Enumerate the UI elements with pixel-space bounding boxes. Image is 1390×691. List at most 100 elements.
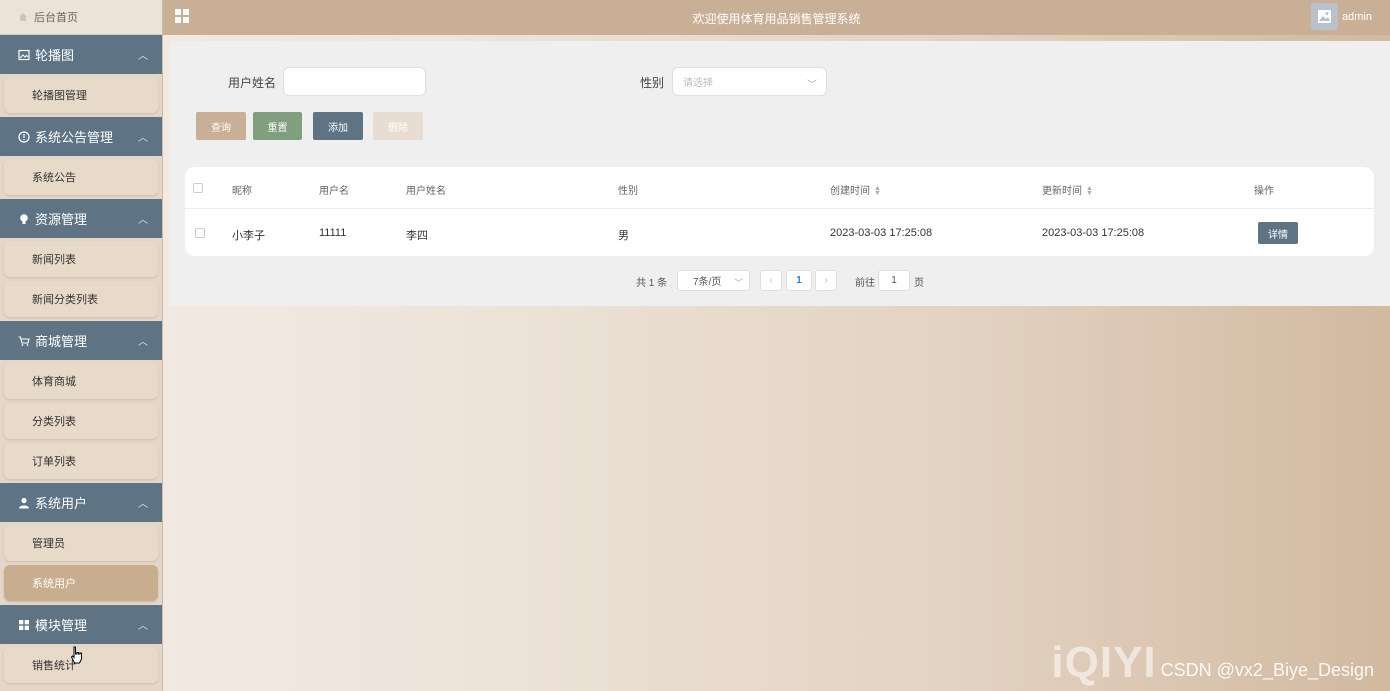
- sidebar-item-label: 订单列表: [32, 456, 76, 468]
- sidebar-group-modules[interactable]: 模块管理 ︿: [0, 605, 162, 644]
- sidebar-item-news-list[interactable]: 新闻列表: [4, 241, 158, 277]
- goto-label: 前往: [855, 277, 875, 289]
- sort-icon[interactable]: ▲ ▼: [1086, 185, 1093, 197]
- column-header-username: 用户名: [319, 186, 349, 197]
- top-header: 欢迎使用体育用品销售管理系统 admin: [163, 0, 1390, 35]
- lightbulb-icon: [17, 212, 30, 225]
- sidebar-item-order-list[interactable]: 订单列表: [4, 443, 158, 479]
- cell-gender: 男: [618, 230, 629, 242]
- page-size-select[interactable]: 7条/页 ﹀: [677, 270, 750, 291]
- next-page-button[interactable]: ›: [815, 270, 837, 291]
- column-header-created-label: 创建时间: [830, 186, 870, 197]
- sidebar-group-label: 系统用户: [35, 496, 88, 511]
- cell-created: 2023-03-03 17:25:08: [830, 227, 933, 239]
- pagination-total: 共 1 条: [636, 277, 668, 289]
- gender-field-label: 性别: [640, 76, 665, 90]
- sidebar-item-news-category[interactable]: 新闻分类列表: [4, 281, 158, 317]
- column-header-updated-label: 更新时间: [1042, 186, 1082, 197]
- sidebar-item-label: 新闻分类列表: [32, 294, 98, 306]
- main-panel: 用户姓名 性别 请选择 ﹀ 查询 重置 添加 删除 昵称 用户名 用户姓名 性别…: [170, 41, 1390, 306]
- users-table: 昵称 用户名 用户姓名 性别 创建时间 ▲ ▼ 更新时间 ▲ ▼ 操作 小李子 1111…: [185, 167, 1374, 256]
- chevron-up-icon: ︿: [138, 337, 148, 348]
- sidebar-item-admin[interactable]: 管理员: [4, 525, 158, 561]
- sidebar-group-label: 商城管理: [35, 334, 88, 349]
- mouse-cursor-icon: [70, 646, 82, 664]
- chevron-up-icon: ︿: [138, 215, 148, 226]
- column-header-gender: 性别: [618, 186, 638, 197]
- sidebar-item-label: 系统公告: [32, 172, 76, 184]
- column-header-created[interactable]: 创建时间 ▲ ▼: [830, 182, 881, 197]
- cell-username: 11111: [319, 227, 347, 239]
- sidebar-item-label: 管理员: [32, 538, 65, 550]
- sidebar-group-label: 资源管理: [35, 212, 88, 227]
- reset-button[interactable]: 重置: [253, 112, 302, 140]
- page-number-current[interactable]: 1: [786, 270, 812, 291]
- sidebar-item-label: 分类列表: [32, 416, 76, 428]
- add-button[interactable]: 添加: [313, 112, 363, 140]
- avatar-image-icon: [1318, 10, 1331, 23]
- sidebar-group-label: 模块管理: [35, 618, 88, 633]
- column-header-realname: 用户姓名: [406, 186, 446, 197]
- chevron-up-icon: ︿: [138, 499, 148, 510]
- delete-button[interactable]: 删除: [373, 112, 423, 140]
- sidebar-group-label: 系统公告管理: [35, 130, 114, 145]
- username-field-label: 用户姓名: [228, 76, 277, 90]
- grid-icon: [17, 618, 30, 631]
- chevron-up-icon: ︿: [138, 133, 148, 144]
- sidebar-item-label: 新闻列表: [32, 254, 76, 266]
- query-button[interactable]: 查询: [196, 112, 246, 140]
- user-icon: [17, 496, 30, 509]
- sidebar-item-label: 后台首页: [34, 12, 78, 24]
- avatar[interactable]: [1311, 3, 1338, 30]
- sidebar-item-label: 系统用户: [32, 578, 76, 590]
- watermark-brand: iQIYI: [1051, 638, 1157, 687]
- sidebar-item-category-list[interactable]: 分类列表: [4, 403, 158, 439]
- row-checkbox[interactable]: [195, 228, 205, 238]
- sidebar-group-system-users[interactable]: 系统用户 ︿: [0, 483, 162, 522]
- detail-button[interactable]: 详情: [1258, 222, 1298, 244]
- cart-icon: [17, 334, 30, 347]
- sidebar-item-carousel-manage[interactable]: 轮播图管理: [4, 77, 158, 113]
- prev-page-button[interactable]: ‹: [760, 270, 782, 291]
- page-size-value: 7条/页: [693, 277, 722, 288]
- image-icon: [17, 48, 30, 61]
- page-title: 欢迎使用体育用品销售管理系统: [692, 12, 861, 26]
- chevron-down-icon: ﹀: [807, 80, 817, 91]
- chevron-up-icon: ︿: [138, 51, 148, 62]
- gender-select-placeholder: 请选择: [683, 78, 713, 89]
- sidebar: 后台首页 轮播图 ︿ 轮播图管理 系统公告管理 ︿ 系统公告 资源管理 ︿ 新闻…: [0, 0, 163, 691]
- sidebar-item-label: 轮播图管理: [32, 90, 87, 102]
- cell-realname: 李四: [406, 230, 428, 242]
- sidebar-item-notice[interactable]: 系统公告: [4, 159, 158, 195]
- sidebar-group-carousel[interactable]: 轮播图 ︿: [0, 35, 162, 74]
- sidebar-group-mall[interactable]: 商城管理 ︿: [0, 321, 162, 360]
- table-header-row: 昵称 用户名 用户姓名 性别 创建时间 ▲ ▼ 更新时间 ▲ ▼ 操作: [185, 167, 1374, 209]
- sidebar-item-sports-mall[interactable]: 体育商城: [4, 363, 158, 399]
- pagination: 共 1 条 7条/页 ﹀ ‹ 1 › 前往 1 页: [170, 270, 1390, 292]
- chevron-up-icon: ︿: [138, 621, 148, 632]
- gender-select[interactable]: 请选择 ﹀: [672, 67, 827, 96]
- sidebar-group-label: 轮播图: [35, 48, 75, 63]
- username-search-input[interactable]: [283, 67, 426, 96]
- home-icon: [19, 13, 27, 21]
- page-suffix: 页: [914, 277, 924, 289]
- sidebar-item-home[interactable]: 后台首页: [0, 0, 162, 35]
- sidebar-item-system-user[interactable]: 系统用户: [4, 565, 158, 601]
- watermark-credit: CSDN @vx2_Biye_Design: [1160, 660, 1374, 680]
- chevron-down-icon: ﹀: [733, 278, 743, 288]
- goto-page-input[interactable]: 1: [878, 270, 910, 291]
- sidebar-group-resources[interactable]: 资源管理 ︿: [0, 199, 162, 238]
- sidebar-item-label: 体育商城: [32, 376, 76, 388]
- cell-updated: 2023-03-03 17:25:08: [1042, 227, 1145, 239]
- column-header-updated[interactable]: 更新时间 ▲ ▼: [1042, 182, 1093, 197]
- username[interactable]: admin: [1342, 11, 1372, 23]
- sidebar-group-notice[interactable]: 系统公告管理 ︿: [0, 117, 162, 156]
- watermark: iQIYI CSDN @vx2_Biye_Design: [1051, 641, 1374, 685]
- select-all-checkbox[interactable]: [193, 183, 203, 193]
- column-header-nickname: 昵称: [232, 186, 252, 197]
- column-header-actions: 操作: [1254, 186, 1274, 197]
- cell-nickname: 小李子: [232, 230, 265, 242]
- table-row: 小李子 11111 李四 男 2023-03-03 17:25:08 2023-…: [185, 210, 1374, 256]
- info-circle-icon: [17, 130, 30, 143]
- sort-icon[interactable]: ▲ ▼: [874, 185, 881, 197]
